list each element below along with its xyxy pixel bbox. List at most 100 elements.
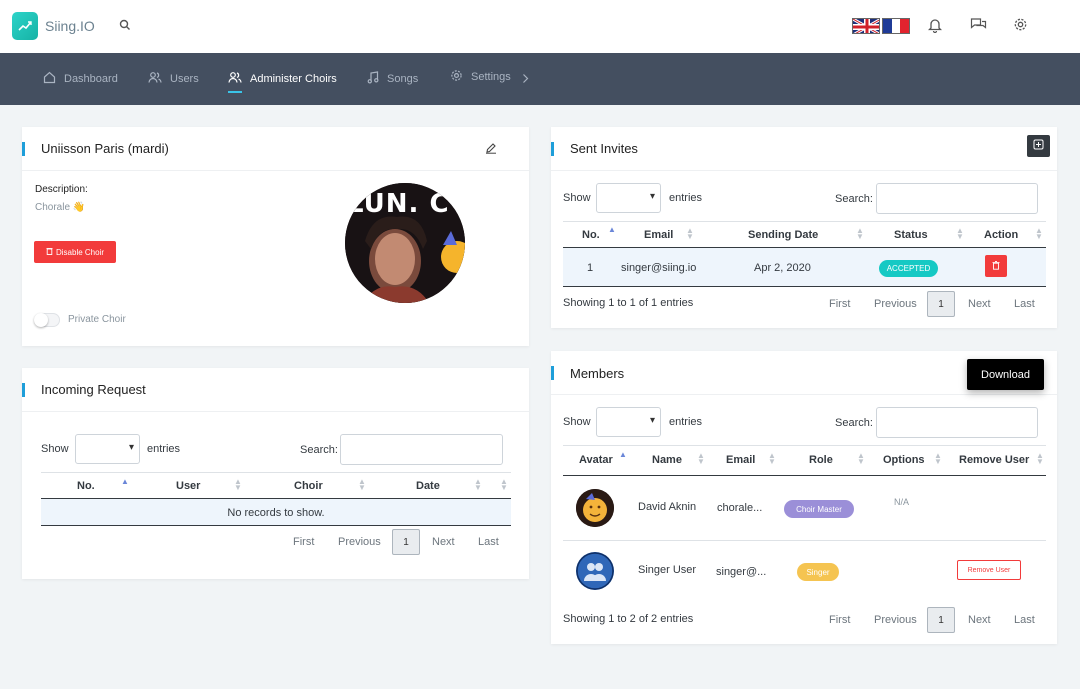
nav-settings[interactable]: Settings	[450, 51, 511, 103]
sort-icon[interactable]: ▲ ▼	[500, 478, 508, 492]
pagination-next[interactable]: Next	[968, 298, 991, 310]
sort-icon[interactable]: ▲ ▼	[686, 227, 694, 241]
show-label: Show	[41, 443, 69, 455]
sort-icon[interactable]: ▲ ▼	[1035, 227, 1043, 241]
bell-icon[interactable]	[927, 17, 943, 36]
download-button[interactable]: Download	[967, 359, 1044, 390]
col-sending-date[interactable]: Sending Date	[748, 229, 818, 241]
sort-icon[interactable]: ▲ ▼	[856, 227, 864, 241]
logo-icon[interactable]	[12, 12, 38, 40]
search-input[interactable]	[876, 183, 1038, 214]
search-label: Search:	[835, 417, 873, 429]
nav-users[interactable]: Users	[148, 53, 199, 105]
row-divider	[563, 540, 1046, 541]
home-icon	[43, 71, 56, 87]
private-choir-toggle[interactable]	[34, 313, 60, 327]
role-badge: Singer	[797, 563, 839, 581]
sort-icon[interactable]: ▲ ▼	[1036, 452, 1044, 466]
search-input[interactable]	[876, 407, 1038, 438]
pagination-current[interactable]: 1	[927, 291, 955, 317]
col-name[interactable]: Name	[652, 454, 682, 466]
table-info: Showing 1 to 2 of 2 entries	[563, 613, 694, 625]
status-badge: ACCEPTED	[879, 260, 938, 277]
col-email[interactable]: Email	[644, 229, 673, 241]
pagination-current[interactable]: 1	[392, 529, 420, 555]
choir-image: LUN. C	[345, 183, 465, 303]
entries-select[interactable]	[596, 183, 661, 213]
col-status[interactable]: Status	[894, 229, 928, 241]
sort-icon[interactable]: ▲ ▼	[934, 452, 942, 466]
col-remove-user[interactable]: Remove User	[959, 454, 1029, 466]
col-action[interactable]: Action	[984, 229, 1018, 241]
col-options[interactable]: Options	[883, 454, 925, 466]
app-name[interactable]: Siing.IO	[45, 18, 95, 34]
settings-gear-icon[interactable]	[1013, 17, 1028, 35]
pagination-next[interactable]: Next	[432, 536, 455, 548]
music-icon	[367, 71, 379, 87]
member-email: chorale...	[717, 502, 763, 514]
sort-asc-icon[interactable]: ▲	[619, 451, 627, 459]
pagination-last[interactable]: Last	[1014, 614, 1035, 626]
nav-administer-choirs-label: Administer Choirs	[250, 73, 337, 85]
nav-next-chevron-icon[interactable]	[522, 73, 529, 87]
col-choir[interactable]: Choir	[294, 480, 323, 492]
sort-icon[interactable]: ▲ ▼	[956, 227, 964, 241]
sort-icon[interactable]: ▲ ▼	[857, 452, 865, 466]
uk-flag-icon[interactable]	[852, 18, 880, 34]
col-avatar[interactable]: Avatar	[579, 454, 613, 466]
add-invite-button[interactable]	[1027, 135, 1050, 157]
pagination-last[interactable]: Last	[478, 536, 499, 548]
table-bottom-line	[41, 525, 511, 526]
member-avatar	[576, 552, 614, 590]
nav-songs[interactable]: Songs	[367, 53, 418, 105]
table-top-line	[41, 472, 511, 473]
sort-icon[interactable]: ▲ ▼	[697, 452, 705, 466]
col-date[interactable]: Date	[416, 480, 440, 492]
entries-select[interactable]	[75, 434, 140, 464]
col-no[interactable]: No.	[582, 229, 600, 241]
pagination-previous[interactable]: Previous	[874, 298, 917, 310]
search-input[interactable]	[340, 434, 503, 465]
col-user[interactable]: User	[176, 480, 200, 492]
remove-user-button[interactable]: Remove User	[957, 560, 1021, 580]
table-top-line	[563, 445, 1046, 446]
fr-flag-icon[interactable]	[882, 18, 910, 34]
nav-users-label: Users	[170, 73, 199, 85]
search-label: Search:	[300, 444, 338, 456]
col-email[interactable]: Email	[726, 454, 755, 466]
sort-icon[interactable]: ▲ ▼	[474, 478, 482, 492]
entries-label: entries	[669, 416, 703, 428]
col-role[interactable]: Role	[809, 454, 833, 466]
sort-asc-icon[interactable]: ▲	[608, 226, 616, 234]
pagination-last[interactable]: Last	[1014, 298, 1035, 310]
header-accent-bar	[22, 383, 25, 397]
entries-select[interactable]	[596, 407, 661, 437]
nav-dashboard[interactable]: Dashboard	[43, 53, 118, 105]
delete-invite-button[interactable]	[985, 255, 1007, 277]
gear-icon	[450, 69, 463, 85]
sort-asc-icon[interactable]: ▲	[121, 478, 129, 486]
pagination-current[interactable]: 1	[927, 607, 955, 633]
empty-message: No records to show.	[227, 507, 325, 519]
table-info: Showing 1 to 1 of 1 entries	[563, 297, 694, 309]
chat-icon[interactable]	[970, 17, 987, 35]
col-no[interactable]: No.	[77, 480, 95, 492]
sort-icon[interactable]: ▲ ▼	[358, 478, 366, 492]
users-icon	[148, 71, 162, 87]
search-icon[interactable]	[119, 19, 131, 34]
pagination-next[interactable]: Next	[968, 614, 991, 626]
pagination-first[interactable]: First	[293, 536, 314, 548]
table-bottom-line	[563, 286, 1046, 287]
pagination-first[interactable]: First	[829, 614, 850, 626]
edit-icon[interactable]	[485, 142, 497, 157]
sort-icon[interactable]: ▲ ▼	[768, 452, 776, 466]
pagination-first[interactable]: First	[829, 298, 850, 310]
pagination-previous[interactable]: Previous	[338, 536, 381, 548]
member-avatar	[576, 489, 614, 527]
pagination-previous[interactable]: Previous	[874, 614, 917, 626]
private-choir-label: Private Choir	[68, 314, 126, 325]
nav-administer-choirs[interactable]: Administer Choirs	[228, 53, 337, 105]
disable-choir-button[interactable]: Disable Choir	[34, 241, 116, 263]
sort-icon[interactable]: ▲ ▼	[234, 478, 242, 492]
choir-title: Uniisson Paris (mardi)	[41, 141, 169, 156]
